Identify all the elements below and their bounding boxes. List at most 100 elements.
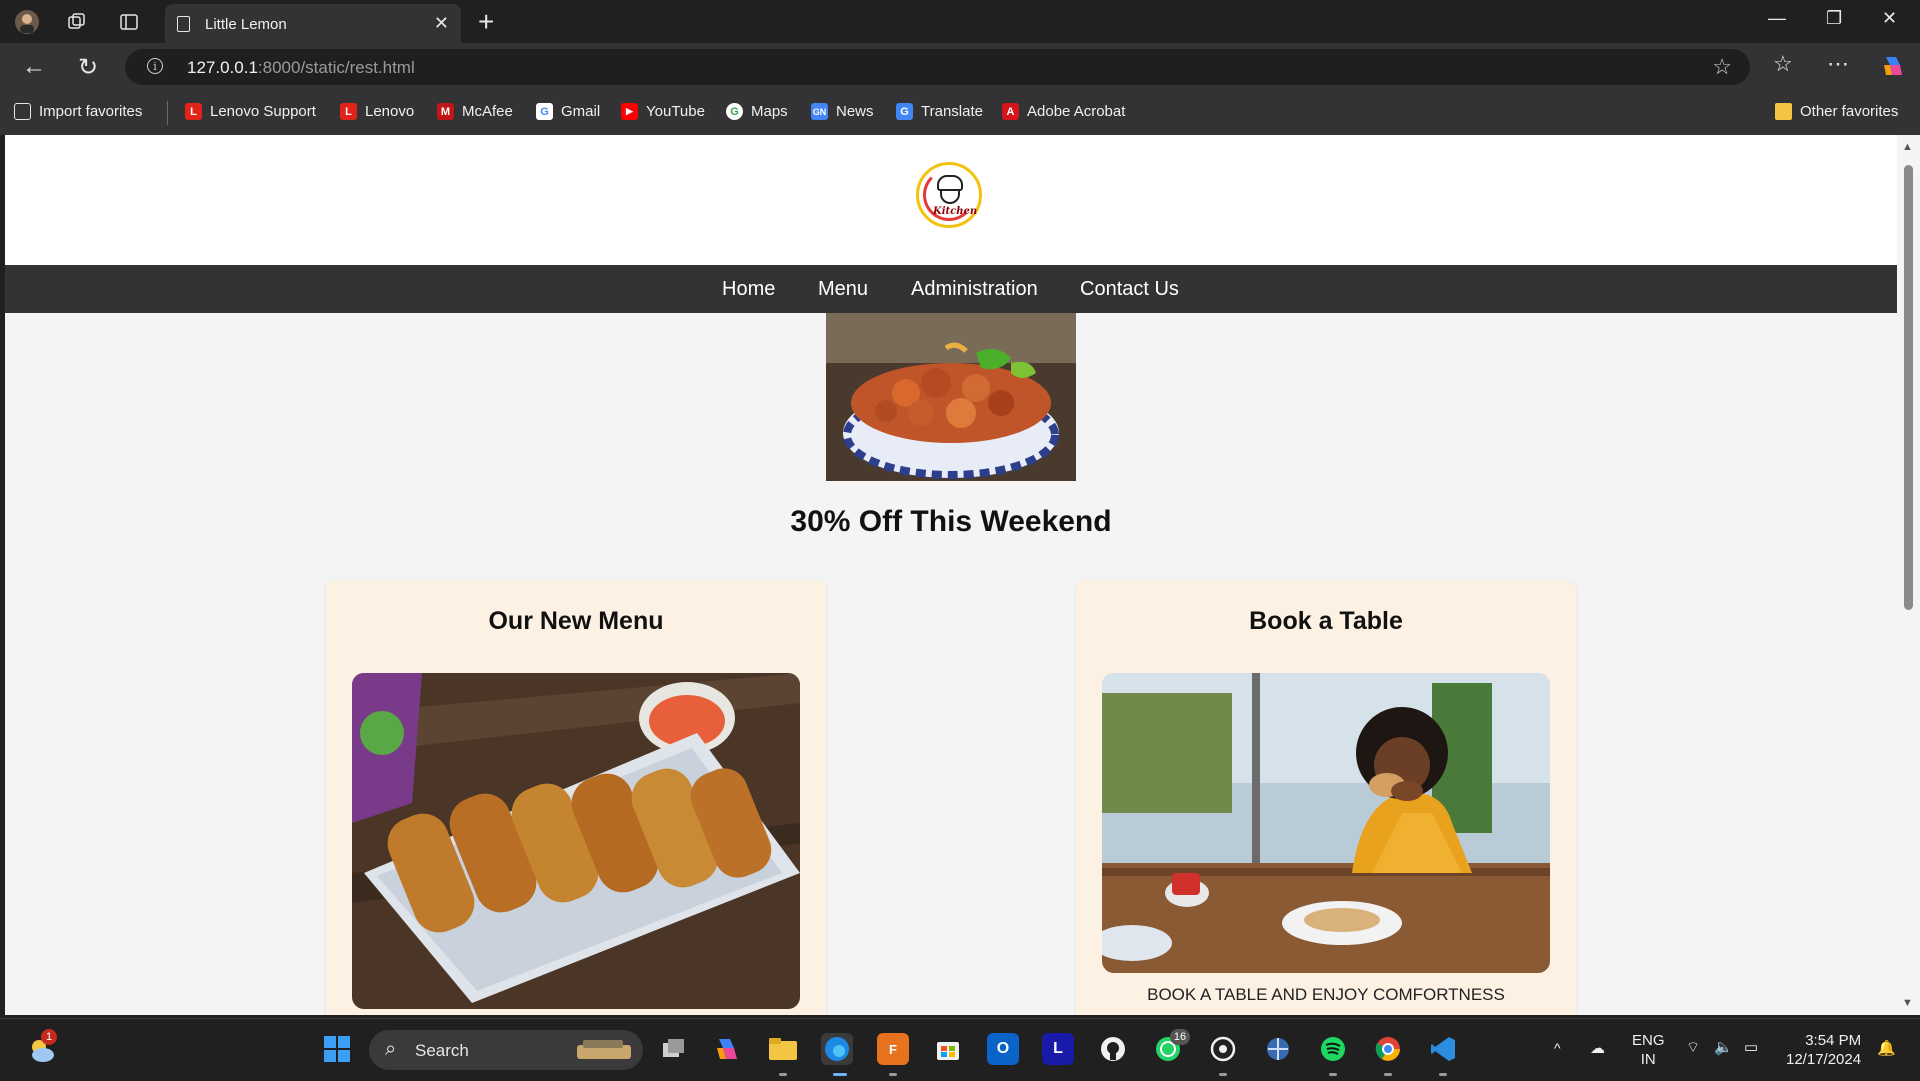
search-label: Search [415, 1041, 469, 1060]
chrome-running-indicator [1384, 1073, 1392, 1076]
scroll-down-icon[interactable]: ▼ [1902, 997, 1913, 1009]
tab-title: Little Lemon [205, 16, 287, 33]
promo-heading: 30% Off This Weekend [790, 505, 1112, 538]
google-icon: G [536, 103, 553, 120]
scrollbar-thumb[interactable] [1904, 165, 1913, 610]
profile-avatar[interactable] [14, 9, 40, 35]
close-window-icon[interactable]: ✕ [1882, 8, 1897, 29]
start-icon[interactable] [321, 1033, 353, 1065]
language-indicator[interactable]: ENG IN [1632, 1031, 1665, 1069]
lenovo-icon: L [185, 103, 202, 120]
restore-icon[interactable]: ❐ [1826, 8, 1842, 29]
favorite-news[interactable]: GN News [811, 103, 874, 120]
site-header: Kitchen [5, 135, 1897, 265]
acrobat-icon: A [1002, 103, 1019, 120]
back-icon[interactable]: ← [22, 53, 46, 81]
chatgpt-icon[interactable] [1207, 1033, 1239, 1065]
workspaces-icon[interactable] [63, 9, 89, 35]
fliqlo-icon[interactable]: F [877, 1033, 909, 1065]
tab-little-lemon[interactable]: Little Lemon ✕ [165, 4, 461, 43]
favorites-divider [167, 101, 168, 125]
favorite-mcafee[interactable]: M McAfee [437, 103, 513, 120]
address-row: ← ↻ i 127.0.0.1:8000/static/rest.html ☆ … [0, 43, 1920, 91]
favorite-adobe-acrobat[interactable]: A Adobe Acrobat [1002, 103, 1125, 120]
clock-time: 3:54 PM [1805, 1032, 1862, 1049]
new-menu-card[interactable]: Our New Menu [326, 581, 826, 1015]
close-tab-icon[interactable]: ✕ [434, 13, 449, 34]
onedrive-icon[interactable]: ☁ [1590, 1039, 1605, 1058]
spotify-running-indicator [1329, 1073, 1337, 1076]
copilot-icon[interactable] [1880, 53, 1906, 85]
favorites-bar: Import favorites L Lenovo Support L Leno… [0, 91, 1920, 135]
battery-icon[interactable]: ▭ [1744, 1038, 1758, 1057]
site-nav: Home Menu Administration Contact Us [5, 265, 1897, 313]
favorite-star-icon[interactable]: ☆ [1712, 54, 1732, 80]
translate-icon: G [896, 103, 913, 120]
google-icon: G [726, 103, 743, 120]
whatsapp-badge: 16 [1170, 1029, 1190, 1045]
copilot-taskbar-icon[interactable] [712, 1033, 744, 1065]
refresh-icon[interactable]: ↻ [78, 53, 98, 82]
address-bar[interactable]: i 127.0.0.1:8000/static/rest.html ☆ [125, 49, 1750, 85]
network-app-icon[interactable] [1262, 1033, 1294, 1065]
github-icon[interactable] [1097, 1033, 1129, 1065]
vscode-icon[interactable] [1427, 1033, 1459, 1065]
chef-hat-icon [937, 175, 963, 191]
logo-text: Kitchen [933, 206, 978, 217]
favorite-maps[interactable]: G Maps [726, 103, 788, 120]
wifi-icon[interactable]: ⌔ [1686, 1038, 1700, 1057]
favorite-lenovo-support[interactable]: L Lenovo Support [185, 103, 316, 120]
edge-icon[interactable] [821, 1033, 853, 1065]
mcafee-icon: M [437, 103, 454, 120]
import-icon [14, 103, 31, 120]
file-explorer-icon[interactable] [767, 1033, 799, 1065]
lenovo-icon: L [340, 103, 357, 120]
browser-titlebar: Little Lemon ✕ + — ❐ ✕ [0, 0, 1920, 43]
favorite-youtube[interactable]: ▶ YouTube [621, 103, 705, 120]
page-icon [177, 16, 190, 32]
nav-home[interactable]: Home [722, 278, 775, 301]
scroll-up-icon[interactable]: ▲ [1902, 141, 1913, 153]
spring-rolls-image [352, 673, 800, 1009]
explorer-running-indicator [779, 1073, 787, 1076]
favorite-translate[interactable]: G Translate [896, 103, 983, 120]
f-app-running-indicator [889, 1073, 897, 1076]
site-info-icon[interactable]: i [147, 58, 163, 74]
nav-administration[interactable]: Administration [911, 278, 1038, 301]
vertical-tabs-icon[interactable] [116, 9, 142, 35]
import-favorites-link[interactable]: Import favorites [14, 103, 142, 120]
task-view-icon[interactable] [658, 1033, 690, 1065]
page-scrollbar[interactable]: ▲ ▼ [1897, 135, 1920, 1015]
other-favorites-folder[interactable]: Other favorites [1775, 103, 1898, 120]
news-icon: GN [811, 103, 828, 120]
chrome-icon[interactable] [1372, 1033, 1404, 1065]
book-table-card[interactable]: Book a Table BOOK A TABLE AND ENJOY COMF… [1076, 581, 1576, 1015]
new-tab-icon[interactable]: + [478, 6, 494, 38]
show-hidden-icons[interactable]: ^ [1554, 1039, 1561, 1058]
microsoft-store-icon[interactable] [932, 1033, 964, 1065]
search-highlight-icon [577, 1040, 631, 1059]
kitchen-logo[interactable]: Kitchen [916, 162, 982, 228]
clock-date: 12/17/2024 [1786, 1051, 1862, 1068]
folder-icon [1775, 103, 1792, 120]
favorite-lenovo[interactable]: L Lenovo [340, 103, 414, 120]
page-viewport: Kitchen Home Menu Administration Contact… [5, 135, 1897, 1015]
more-options-icon[interactable]: ⋯ [1827, 51, 1849, 77]
favorites-icon[interactable]: ☆ [1773, 51, 1793, 77]
youtube-icon: ▶ [621, 103, 638, 120]
notifications-bell-icon[interactable]: 🔔 [1877, 1039, 1896, 1058]
taskbar-search[interactable]: ⌕ Search [369, 1030, 643, 1070]
search-icon: ⌕ [385, 1038, 397, 1060]
spotify-icon[interactable] [1317, 1033, 1349, 1065]
clock[interactable]: 3:54 PM 12/17/2024 [1786, 1031, 1861, 1069]
url-text[interactable]: 127.0.0.1:8000/static/rest.html [187, 58, 415, 78]
crawfish-bowl-image [826, 313, 1076, 481]
nav-menu[interactable]: Menu [818, 278, 868, 301]
new-menu-title: Our New Menu [488, 607, 664, 635]
volume-icon[interactable]: 🔈 [1714, 1038, 1733, 1057]
nav-contact-us[interactable]: Contact Us [1080, 278, 1179, 301]
minimize-icon[interactable]: — [1768, 8, 1786, 29]
l-app-icon[interactable]: L [1042, 1033, 1074, 1065]
outlook-icon[interactable]: O [987, 1033, 1019, 1065]
favorite-gmail[interactable]: G Gmail [536, 103, 600, 120]
